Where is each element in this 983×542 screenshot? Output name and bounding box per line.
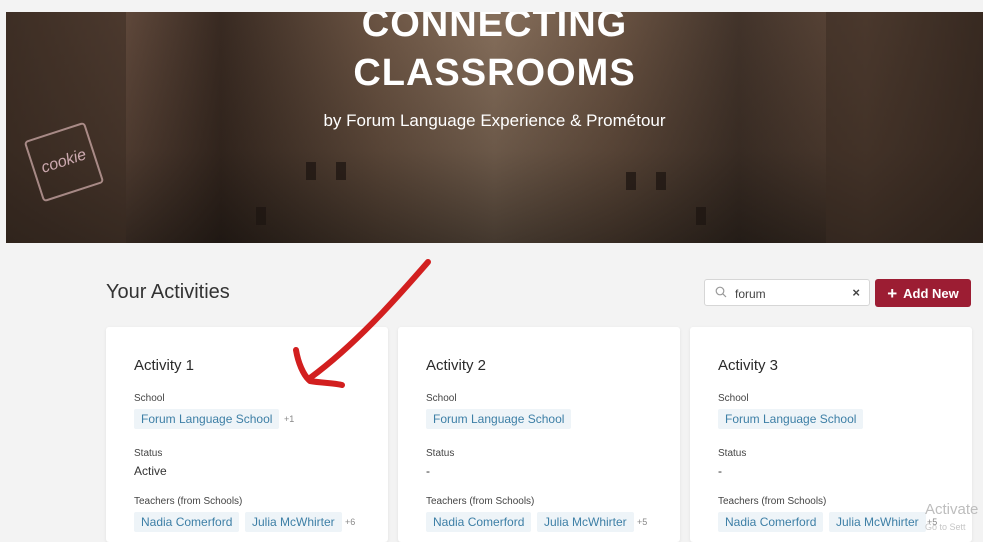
annotation-arrow (293, 259, 431, 388)
os-activation-watermark: Activate (925, 501, 979, 518)
os-activation-watermark-sub: Go to Sett (925, 522, 966, 532)
